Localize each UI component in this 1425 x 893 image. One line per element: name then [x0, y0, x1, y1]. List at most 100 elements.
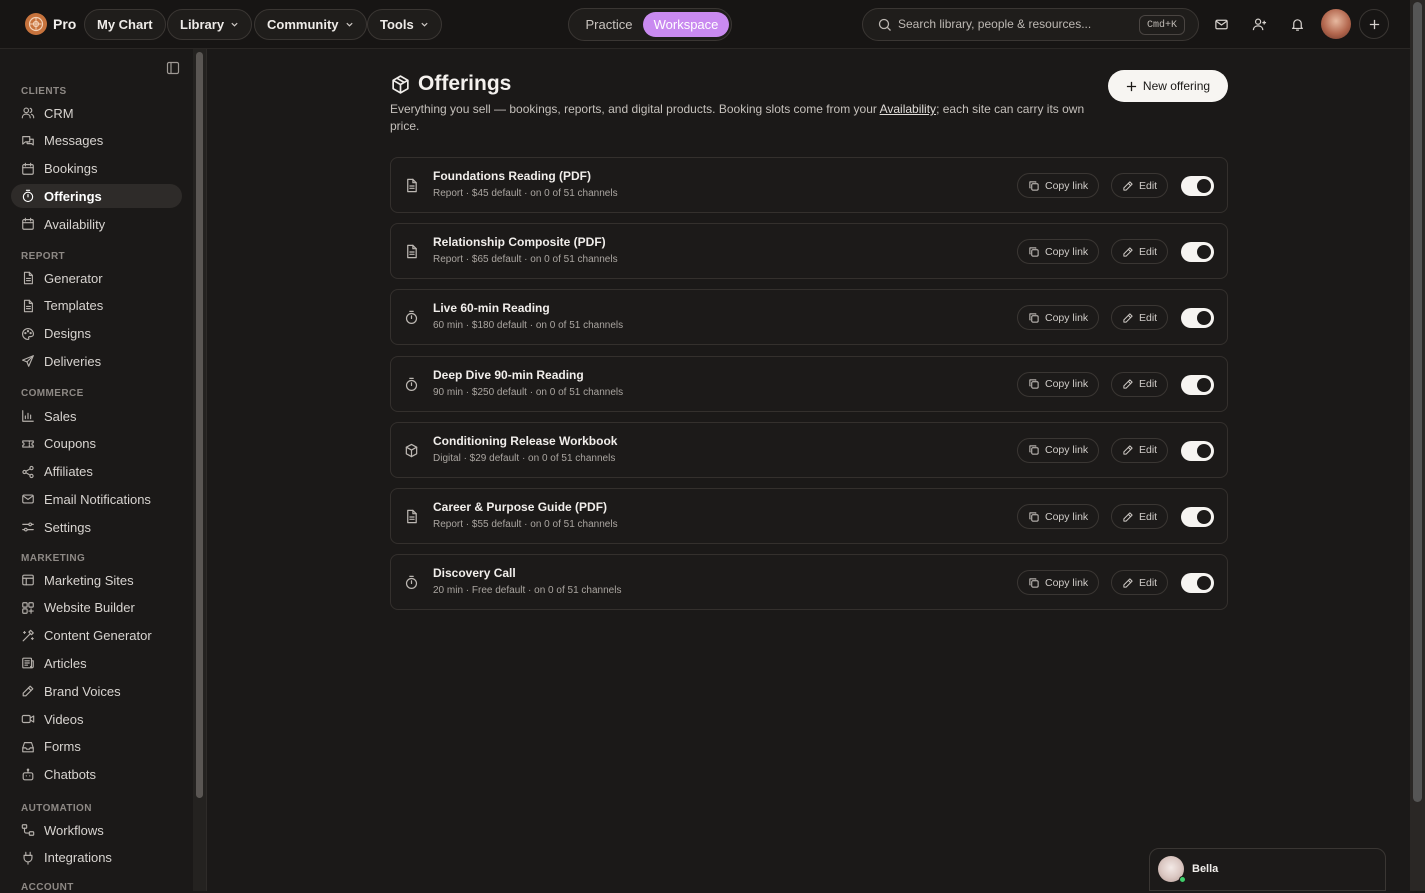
calendar-icon	[21, 162, 35, 176]
edit-label: Edit	[1139, 444, 1158, 457]
edit-button[interactable]: Edit	[1111, 570, 1169, 596]
bot-icon	[21, 768, 35, 782]
sidebar-item-label: Integrations	[44, 850, 112, 866]
sidebar-item-crm[interactable]: CRM	[11, 101, 182, 125]
availability-link[interactable]: Availability	[880, 102, 936, 116]
copy-link-button[interactable]: Copy link	[1017, 437, 1100, 463]
enabled-toggle[interactable]	[1181, 374, 1214, 395]
nav-community[interactable]: Community	[254, 9, 367, 40]
enabled-toggle[interactable]	[1181, 507, 1214, 527]
sidebar-item-content-generator[interactable]: Content Generator	[11, 624, 182, 648]
sidebar-item-templates[interactable]: Templates	[11, 294, 182, 318]
enabled-toggle[interactable]	[1181, 308, 1214, 329]
sidebar-item-integrations[interactable]: Integrations	[11, 846, 182, 870]
sidebar-item-brand-voices[interactable]: Brand Voices	[11, 679, 182, 703]
sidebar-item-label: Bookings	[44, 161, 98, 177]
sidebar-item-label: Website Builder	[44, 600, 135, 616]
sidebar-section-clients: CLIENTS	[21, 86, 67, 97]
plus-icon[interactable]	[1359, 9, 1389, 39]
sidebar-item-label: Content Generator	[44, 628, 152, 644]
sidebar-item-workflows[interactable]: Workflows	[11, 818, 182, 842]
scrollbar-thumb[interactable]	[1413, 2, 1422, 802]
sidebar-item-articles[interactable]: Articles	[11, 651, 182, 675]
offering-name: Relationship Composite (PDF)	[433, 235, 606, 250]
new-offering-button[interactable]: New offering	[1108, 70, 1228, 102]
copy-link-button[interactable]: Copy link	[1017, 173, 1100, 198]
bell-icon[interactable]	[1287, 14, 1307, 34]
edit-button[interactable]: Edit	[1111, 239, 1169, 265]
sidebar-item-forms[interactable]: Forms	[11, 735, 182, 759]
offering-meta: 20 min · Free default · on 0 of 51 chann…	[433, 585, 622, 597]
sidebar-item-messages[interactable]: Messages	[11, 129, 182, 153]
timer-icon	[404, 310, 419, 325]
copy-link-button[interactable]: Copy link	[1017, 371, 1100, 397]
sidebar-item-designs[interactable]: Designs	[11, 322, 182, 346]
mail-icon	[21, 492, 35, 506]
copy-link-button[interactable]: Copy link	[1017, 239, 1100, 265]
sidebar-item-label: Offerings	[44, 188, 102, 204]
mode-switch: Practice Workspace	[568, 8, 732, 41]
shortcut-hint: Cmd+K	[1138, 15, 1185, 35]
doc-icon	[21, 271, 35, 285]
plus-icon	[1126, 81, 1137, 91]
blocks-icon	[21, 601, 35, 615]
enabled-toggle[interactable]	[1181, 573, 1214, 594]
search-input[interactable]: Search library, people & resources... Cm…	[862, 8, 1199, 41]
sidebar-item-generator[interactable]: Generator	[11, 266, 182, 290]
edit-button[interactable]: Edit	[1111, 437, 1169, 463]
calendar-icon	[21, 217, 35, 231]
copy-link-button[interactable]: Copy link	[1017, 504, 1100, 529]
sidebar-item-videos[interactable]: Videos	[11, 707, 182, 731]
sidebar-item-affiliates[interactable]: Affiliates	[11, 460, 182, 484]
nav-my-chart[interactable]: My Chart	[84, 9, 166, 40]
sidebar-item-website-builder[interactable]: Website Builder	[11, 596, 182, 620]
page-title: Offerings	[390, 72, 511, 96]
sidebar-item-deliveries[interactable]: Deliveries	[11, 349, 182, 373]
edit-button[interactable]: Edit	[1111, 504, 1169, 529]
scrollbar-thumb[interactable]	[196, 52, 203, 798]
mode-workspace[interactable]: Workspace	[643, 12, 729, 37]
nav-label: Tools	[380, 17, 414, 32]
chat-widget[interactable]: Bella	[1149, 848, 1386, 891]
sidebar-section-marketing: MARKETING	[21, 553, 86, 564]
sidebar-item-settings[interactable]: Settings	[11, 515, 182, 539]
nav-library[interactable]: Library	[167, 9, 253, 40]
enabled-toggle[interactable]	[1181, 242, 1214, 263]
nav-tools[interactable]: Tools	[367, 9, 442, 40]
sidebar-item-bookings[interactable]: Bookings	[11, 157, 182, 181]
enabled-toggle[interactable]	[1181, 176, 1214, 196]
sidebar-item-availability[interactable]: Availability	[11, 212, 182, 236]
offering-card: Career & Purpose Guide (PDF) Report · $55…	[390, 488, 1228, 544]
sidebar-item-marketing-sites[interactable]: Marketing Sites	[11, 568, 182, 592]
page-scrollbar[interactable]	[1410, 0, 1425, 891]
edit-button[interactable]: Edit	[1111, 305, 1169, 331]
copy-icon	[1028, 312, 1040, 324]
sidebar-item-coupons[interactable]: Coupons	[11, 432, 182, 456]
edit-button[interactable]: Edit	[1111, 371, 1169, 397]
offering-card: Deep Dive 90-min Reading 90 min · $250 de…	[390, 355, 1228, 412]
edit-icon	[1122, 378, 1134, 390]
offering-card: Foundations Reading (PDF) Report · $45 de…	[390, 157, 1228, 213]
edit-icon	[1122, 577, 1134, 589]
add-person-icon[interactable]	[1249, 14, 1269, 34]
sidebar-scrollbar[interactable]	[193, 49, 207, 891]
toggle-knob	[1197, 179, 1211, 193]
enabled-toggle[interactable]	[1181, 440, 1214, 461]
sidebar-item-email-notifications[interactable]: Email Notifications	[11, 487, 182, 511]
sidebar-item-sales[interactable]: Sales	[11, 404, 182, 428]
sidebar-item-label: Email Notifications	[44, 491, 151, 507]
copy-link-button[interactable]: Copy link	[1017, 305, 1100, 331]
brand-logo-icon[interactable]	[25, 13, 47, 35]
offering-meta: Report · $65 default · on 0 of 51 channe…	[433, 254, 618, 266]
mode-practice[interactable]: Practice	[573, 12, 645, 37]
search-icon	[878, 18, 891, 31]
mail-icon[interactable]	[1211, 14, 1231, 34]
edit-button[interactable]: Edit	[1111, 173, 1169, 198]
sidebar-item-chatbots[interactable]: Chatbots	[11, 763, 182, 787]
copy-link-button[interactable]: Copy link	[1017, 570, 1100, 596]
collapse-sidebar-icon[interactable]	[166, 61, 180, 75]
sidebar-item-offerings[interactable]: Offerings	[11, 184, 182, 209]
avatar[interactable]	[1321, 9, 1351, 39]
page-description: Everything you sell — bookings, reports,…	[390, 101, 1110, 135]
copy-icon	[1028, 246, 1040, 258]
